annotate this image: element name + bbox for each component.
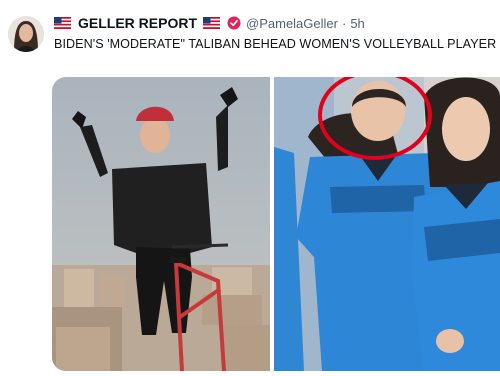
tweet-media[interactable] bbox=[52, 77, 500, 371]
tweet-header: GELLER REPORT @PamelaGeller · 5h bbox=[54, 15, 365, 31]
author-handle[interactable]: @PamelaGeller bbox=[246, 16, 338, 31]
woman-with-bicycle-photo[interactable] bbox=[52, 77, 270, 371]
author-name[interactable]: GELLER REPORT bbox=[78, 15, 197, 31]
us-flag-icon bbox=[203, 17, 221, 29]
separator-dot: · bbox=[341, 15, 347, 31]
tweet-timestamp[interactable]: 5h bbox=[350, 16, 364, 31]
tweet-text: BIDEN'S 'MODERATE" TALIBAN BEHEAD WOMEN'… bbox=[54, 37, 497, 51]
author-avatar[interactable] bbox=[8, 16, 44, 52]
volleyball-team-photo[interactable] bbox=[274, 77, 500, 371]
verified-badge-icon bbox=[227, 16, 241, 30]
us-flag-icon bbox=[54, 17, 71, 29]
